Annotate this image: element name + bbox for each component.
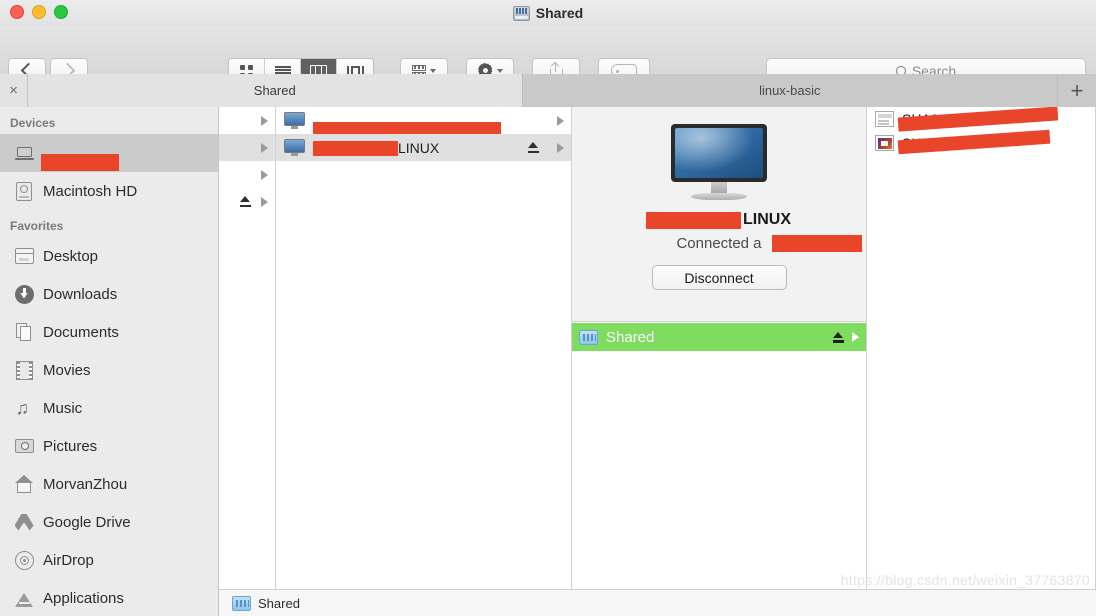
sidebar-item-label: Pictures <box>43 437 98 455</box>
toolbar: Search <box>0 26 1096 85</box>
chevron-right-icon <box>261 115 268 126</box>
chevron-down-icon <box>496 68 503 73</box>
new-tab-button[interactable]: + <box>1058 74 1096 107</box>
eject-icon[interactable] <box>833 331 844 343</box>
finder-window: Shared Search × Shared linux-basic + Dev… <box>0 0 1096 616</box>
google-drive-icon <box>14 512 34 532</box>
airdrop-icon <box>14 550 34 570</box>
desktop-icon <box>14 246 34 266</box>
redaction-bar <box>313 140 398 156</box>
column1-row[interactable] <box>219 134 275 161</box>
connection-preview-panel: LINUX Connected a Disconnect <box>572 107 866 322</box>
document-preview-icon <box>875 111 894 127</box>
eject-icon[interactable] <box>528 142 539 153</box>
sidebar-item-documents[interactable]: Documents <box>0 313 218 351</box>
tab-shared[interactable]: Shared <box>27 74 523 107</box>
file-row[interactable]: SHA0A0 7.PNG <box>867 107 1095 132</box>
sidebar-section-favorites: Favorites <box>10 219 64 233</box>
device-name: LINUX <box>646 211 791 229</box>
sidebar-item-label: Macintosh HD <box>43 182 138 200</box>
shared-folder-label: Shared <box>606 328 655 346</box>
sidebar-section-devices: Devices <box>10 116 56 130</box>
column2-row-linux[interactable]: LINUX <box>276 134 571 161</box>
sidebar-item-airdrop[interactable]: AirDrop <box>0 541 218 579</box>
sidebar-item-label: Applications <box>43 589 124 607</box>
redaction-bar <box>41 154 119 171</box>
path-bar-label: Shared <box>258 595 300 611</box>
monitor-icon <box>284 112 305 129</box>
sidebar-item-device-redacted[interactable] <box>0 134 218 172</box>
sidebar-item-label: AirDrop <box>43 551 94 569</box>
watermark: https://blog.csdn.net/weixin_37763870 <box>840 572 1090 588</box>
eject-icon[interactable] <box>240 196 251 207</box>
pictures-icon <box>14 436 34 456</box>
applications-icon <box>14 588 34 608</box>
monitor-icon <box>284 139 305 156</box>
browser-column-4: SHA0A0 7.PNG SHOT 4.PNG <box>867 107 1096 616</box>
chevron-right-icon <box>261 142 268 153</box>
home-icon <box>14 474 34 494</box>
title-bar: Shared <box>0 0 1096 26</box>
redaction-bar <box>646 212 741 229</box>
hard-drive-icon <box>14 181 34 201</box>
chevron-right-icon <box>557 142 564 153</box>
sidebar-item-macintosh-hd[interactable]: Macintosh HD <box>0 172 218 210</box>
sidebar-item-downloads[interactable]: Downloads <box>0 275 218 313</box>
window-title-group: Shared <box>0 0 1096 26</box>
sidebar-item-movies[interactable]: Movies <box>0 351 218 389</box>
sidebar-item-label: Music <box>43 399 83 417</box>
sidebar-item-desktop[interactable]: Desktop <box>0 237 218 275</box>
sidebar-item-label: Downloads <box>43 285 118 303</box>
music-icon: ♫ <box>15 397 30 418</box>
column2-row-redacted[interactable] <box>276 107 571 137</box>
sidebar-item-label: Desktop <box>43 247 99 265</box>
image-preview-icon <box>875 135 894 151</box>
column1-row[interactable] <box>219 107 275 134</box>
sidebar-item-label: MorvanZhou <box>43 475 128 493</box>
sidebar-item-label: Movies <box>43 361 91 379</box>
chevron-right-icon <box>852 332 859 342</box>
shared-folder-icon <box>232 595 251 611</box>
sidebar-item-label: Google Drive <box>43 513 131 531</box>
sidebar-item-label: Documents <box>43 323 119 341</box>
file-name: SHOT 4.PNG <box>897 129 1051 155</box>
chevron-right-icon <box>261 169 268 180</box>
tab-bar: × Shared linux-basic + <box>0 74 1096 108</box>
documents-icon <box>14 322 34 342</box>
path-bar: Shared <box>219 589 1096 616</box>
imac-display-icon <box>671 124 767 200</box>
sidebar-item-google-drive[interactable]: Google Drive <box>0 503 218 541</box>
chevron-right-icon <box>557 115 564 126</box>
page-title: Shared <box>535 5 584 21</box>
chevron-down-icon <box>430 68 436 73</box>
shared-drive-icon <box>512 5 530 21</box>
server-name: LINUX <box>313 140 520 156</box>
shared-folder-row[interactable]: Shared <box>572 323 866 351</box>
file-row[interactable]: SHOT 4.PNG <box>867 129 1095 155</box>
laptop-icon <box>14 143 34 163</box>
sidebar: Devices Macintosh HD Favorites Desktop D… <box>0 107 219 616</box>
sidebar-item-music[interactable]: ♫ Music <box>0 389 218 427</box>
disconnect-button[interactable]: Disconnect <box>651 265 787 290</box>
chevron-right-icon <box>261 196 268 207</box>
sidebar-item-morvanzhou[interactable]: MorvanZhou <box>0 465 218 503</box>
browser-column-3: LINUX Connected a Disconnect Shared <box>572 107 867 616</box>
shared-folder-icon <box>579 329 598 345</box>
movies-icon <box>14 360 34 380</box>
column1-row[interactable] <box>219 188 275 215</box>
downloads-icon <box>14 284 34 304</box>
redaction-bar <box>772 235 863 252</box>
browser-column-2: LINUX <box>276 107 572 616</box>
close-tab-button[interactable]: × <box>0 74 28 107</box>
sidebar-item-applications[interactable]: Applications <box>0 579 218 616</box>
window-body: Devices Macintosh HD Favorites Desktop D… <box>0 107 1096 616</box>
column1-row[interactable] <box>219 161 275 188</box>
column-browser: LINUX LINUX Connected a Disconnect Share… <box>219 107 1096 616</box>
file-name: SHA0A0 7.PNG <box>897 107 1059 132</box>
browser-column-1 <box>219 107 276 616</box>
sidebar-item-pictures[interactable]: Pictures <box>0 427 218 465</box>
tab-linux-basic[interactable]: linux-basic <box>522 74 1059 107</box>
connection-status: Connected a <box>676 235 863 252</box>
